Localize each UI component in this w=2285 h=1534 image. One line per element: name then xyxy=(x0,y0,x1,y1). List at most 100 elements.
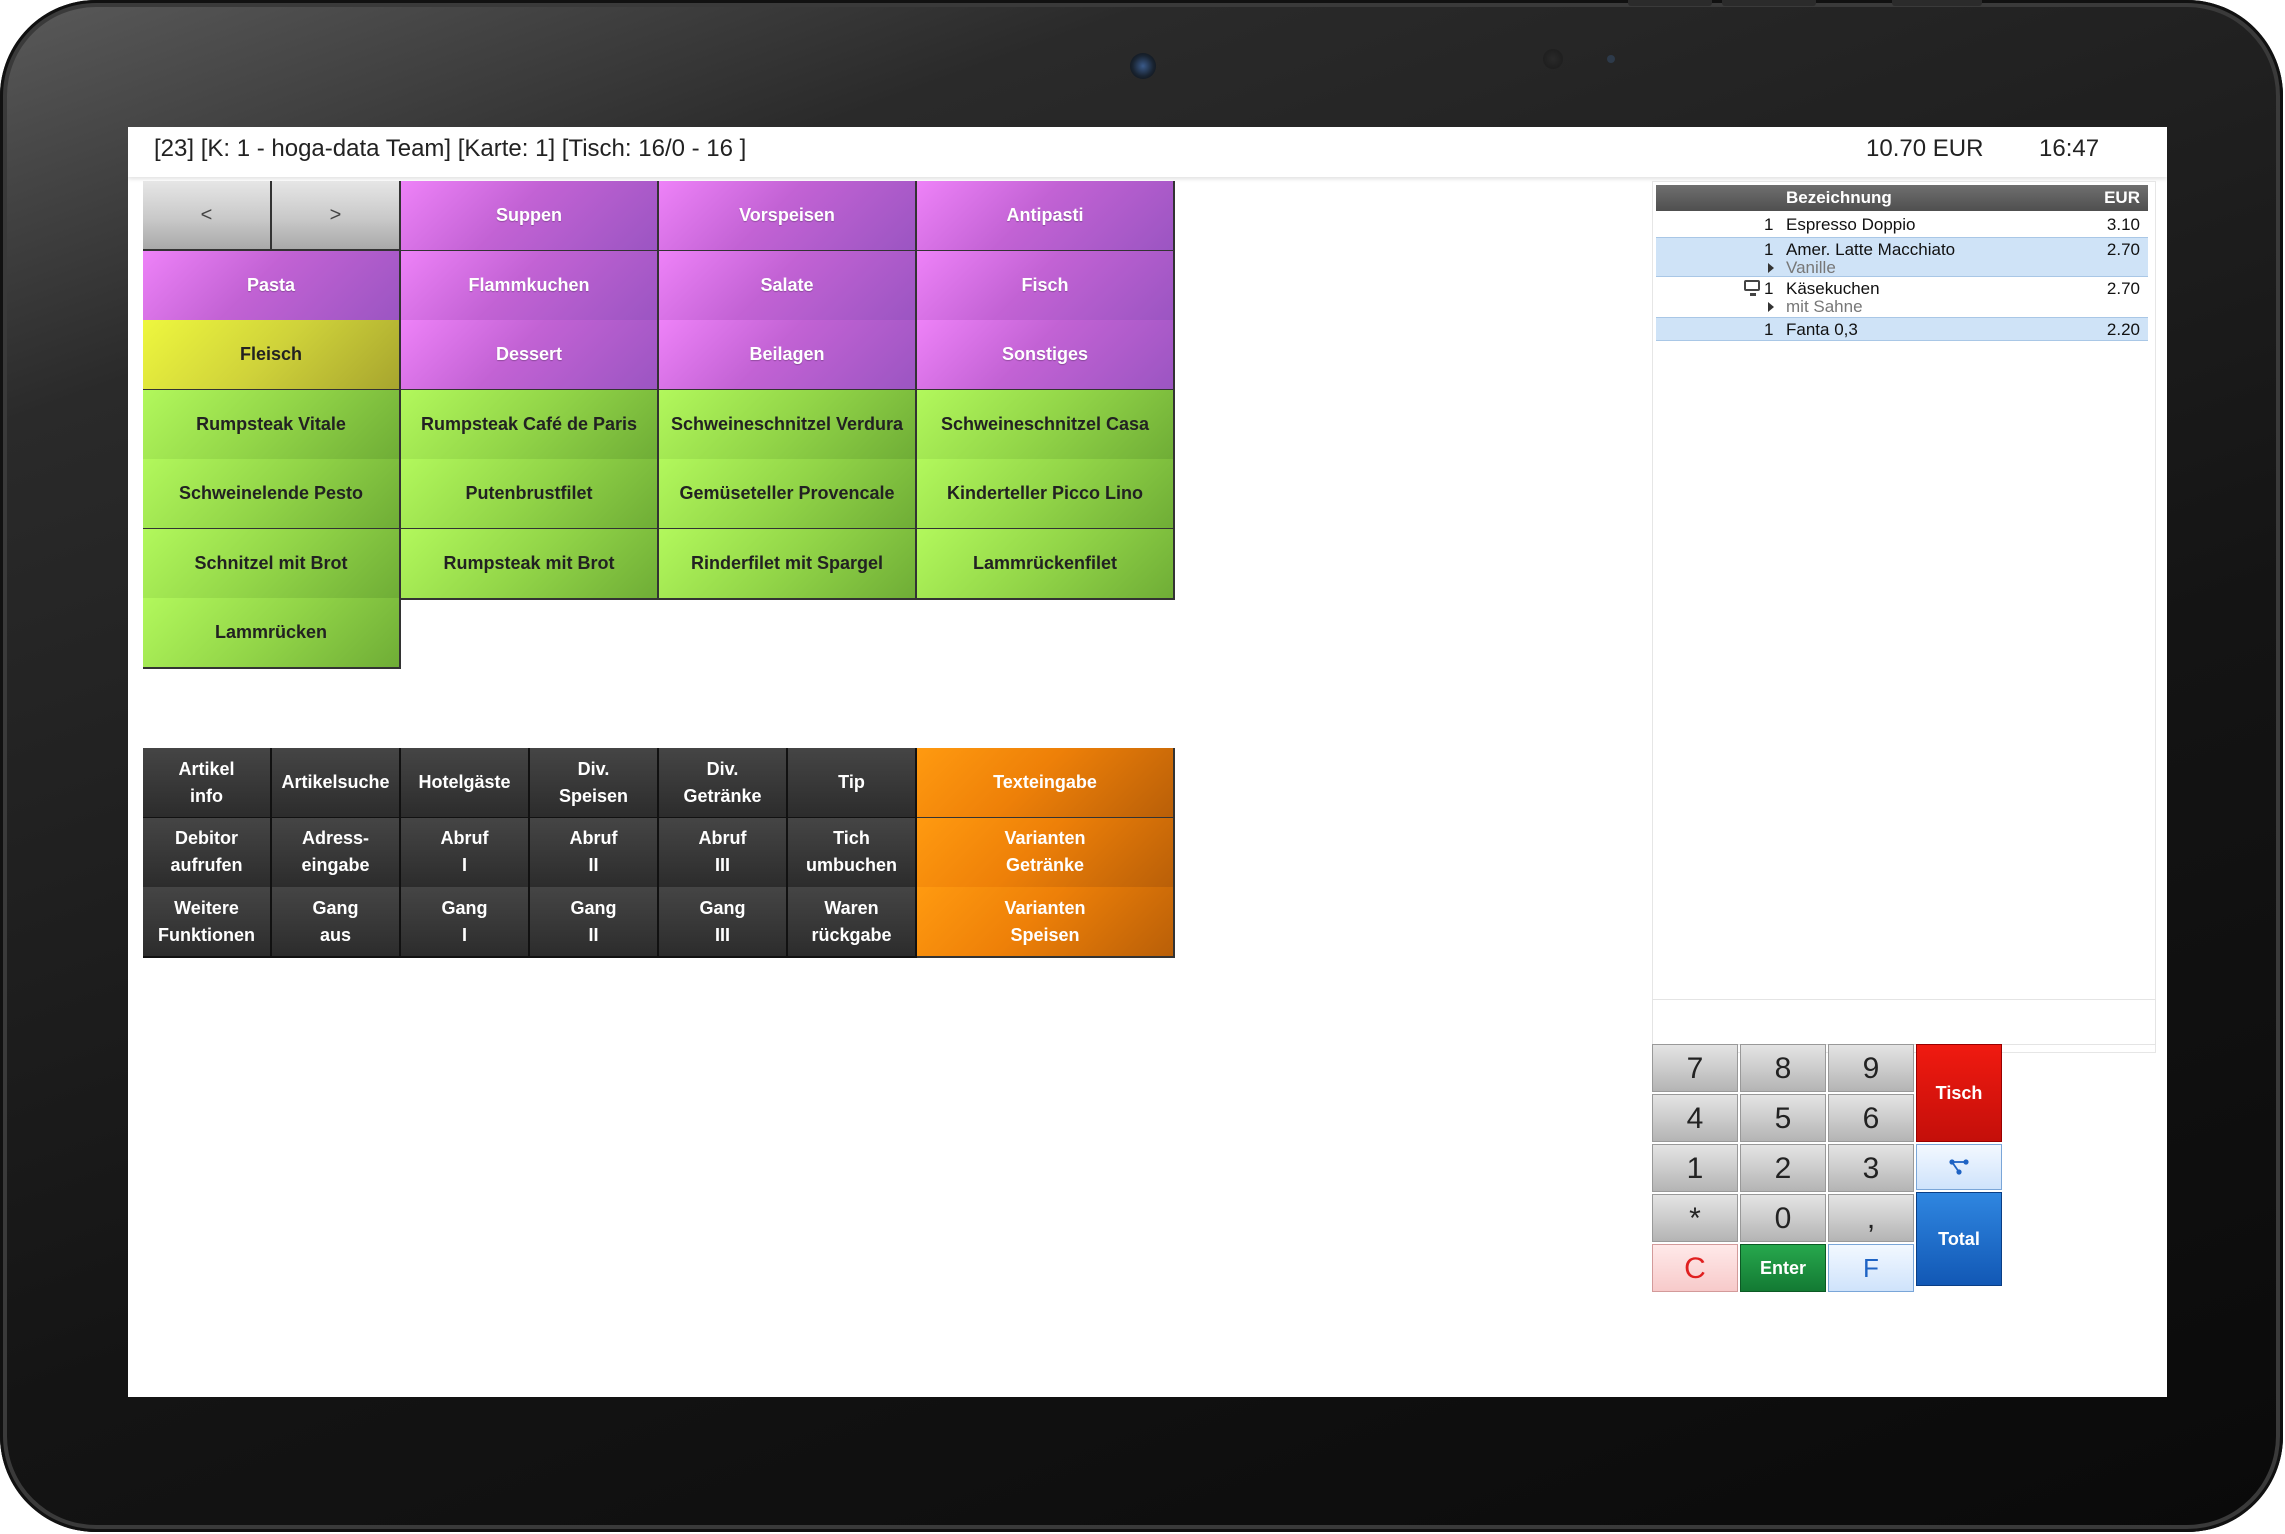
power-button xyxy=(1892,0,1982,6)
order-item-name: Espresso Doppio xyxy=(1786,215,1916,234)
function-div-speisen-button[interactable]: Div. Speisen xyxy=(530,748,659,819)
function-gang-iii-button[interactable]: Gang III xyxy=(659,887,788,958)
key-comma-button[interactable]: , xyxy=(1828,1194,1914,1242)
article-lammrucken-button[interactable]: Lammrücken xyxy=(143,598,401,669)
function-div-getranke-button[interactable]: Div. Getränke xyxy=(659,748,788,819)
key-8-button[interactable]: 8 xyxy=(1740,1044,1826,1092)
order-item-price: 3.10 xyxy=(2106,215,2140,234)
session-info: [23] [K: 1 - hoga-data Team] [Karte: 1] … xyxy=(154,135,747,162)
pos-screen: [23] [K: 1 - hoga-data Team] [Karte: 1] … xyxy=(128,127,2167,1397)
function-hotelgaste-button[interactable]: Hotelgäste xyxy=(401,748,530,819)
header-name: Bezeichnung xyxy=(1786,188,1892,207)
category-pasta-button[interactable]: Pasta xyxy=(143,250,401,322)
camera-icon xyxy=(1130,53,1156,79)
order-item-modifier: Vanille xyxy=(1786,258,1836,277)
category-fisch-button[interactable]: Fisch xyxy=(917,250,1175,322)
key-9-button[interactable]: 9 xyxy=(1828,1044,1914,1092)
nav-next-button[interactable]: > xyxy=(272,181,401,251)
order-item-name: Fanta 0,3 xyxy=(1786,320,1858,339)
article-putenbrustfilet-button[interactable]: Putenbrustfilet xyxy=(401,459,659,530)
order-header: Bezeichnung EUR xyxy=(1656,185,2148,211)
light-sensor-icon xyxy=(1607,55,1615,63)
order-item-price: 2.70 xyxy=(2106,279,2140,298)
clock: 16:47 xyxy=(2039,135,2100,162)
function-debitor-aufrufen-button[interactable]: Debitor aufrufen xyxy=(143,817,272,889)
number-display xyxy=(1652,999,2156,1045)
article-schweineschnitzel-verdura-button[interactable]: Schweineschnitzel Verdura xyxy=(659,389,917,461)
varianten-getranke-button[interactable]: Varianten Getränke xyxy=(917,817,1175,889)
order-row[interactable]: 1 Espresso Doppio 3.10 xyxy=(1656,213,2148,234)
enter-button[interactable]: Enter xyxy=(1740,1244,1826,1292)
order-item-name: Käsekuchen xyxy=(1786,279,1880,298)
triangle-right-icon xyxy=(1768,302,1774,312)
article-schweineschnitzel-casa-button[interactable]: Schweineschnitzel Casa xyxy=(917,389,1175,461)
function-waren-ruckgabe-button[interactable]: Waren rückgabe xyxy=(788,887,917,958)
category-antipasti-button[interactable]: Antipasti xyxy=(917,181,1175,252)
order-list[interactable]: Bezeichnung EUR 1 Espresso Doppio 3.10 1 Ame… xyxy=(1652,181,2156,1053)
category-fleisch-button[interactable]: Fleisch xyxy=(143,320,401,391)
tisch-button[interactable]: Tisch xyxy=(1916,1044,2002,1142)
order-qty: 1 xyxy=(1764,320,1774,339)
category-dessert-button[interactable]: Dessert xyxy=(401,320,659,391)
order-row[interactable]: 1 Käsekuchen 2.70 mit Sahne xyxy=(1656,277,2148,316)
article-rumpsteak-cafe-de-paris-button[interactable]: Rumpsteak Café de Paris xyxy=(401,389,659,461)
article-rumpsteak-mit-brot-button[interactable]: Rumpsteak mit Brot xyxy=(401,528,659,600)
category-sonstiges-button[interactable]: Sonstiges xyxy=(917,320,1175,391)
order-qty: 1 xyxy=(1764,240,1774,259)
category-beilagen-button[interactable]: Beilagen xyxy=(659,320,917,391)
category-vorspeisen-button[interactable]: Vorspeisen xyxy=(659,181,917,252)
clear-button[interactable]: C xyxy=(1652,1244,1738,1292)
key-7-button[interactable]: 7 xyxy=(1652,1044,1738,1092)
texteingabe-button[interactable]: Texteingabe xyxy=(917,748,1175,819)
key-1-button[interactable]: 1 xyxy=(1652,1144,1738,1192)
order-item-price: 2.20 xyxy=(2106,320,2140,339)
nav-prev-button[interactable]: < xyxy=(143,181,272,251)
function-abruf-ii-button[interactable]: Abruf II xyxy=(530,817,659,889)
triangle-right-icon xyxy=(1768,263,1774,273)
header-price: EUR xyxy=(2104,188,2140,207)
split-button[interactable] xyxy=(1916,1144,2002,1190)
article-schweinelende-pesto-button[interactable]: Schweinelende Pesto xyxy=(143,459,401,530)
key-6-button[interactable]: 6 xyxy=(1828,1094,1914,1142)
article-lammruckenfilet-button[interactable]: Lammrückenfilet xyxy=(917,528,1175,600)
key-4-button[interactable]: 4 xyxy=(1652,1094,1738,1142)
function-adress-eingabe-button[interactable]: Adress- eingabe xyxy=(272,817,401,889)
article-rinderfilet-mit-spargel-button[interactable]: Rinderfilet mit Spargel xyxy=(659,528,917,600)
order-row[interactable]: 1 Fanta 0,3 2.20 xyxy=(1656,317,2148,341)
split-icon xyxy=(1949,1159,1969,1175)
total-button[interactable]: Total xyxy=(1916,1192,2002,1286)
function-abruf-i-button[interactable]: Abruf I xyxy=(401,817,530,889)
category-flammkuchen-button[interactable]: Flammkuchen xyxy=(401,250,659,322)
function-gang-i-button[interactable]: Gang I xyxy=(401,887,530,958)
article-gemuseteller-provencale-button[interactable]: Gemüseteller Provencale xyxy=(659,459,917,530)
function-gang-ii-button[interactable]: Gang II xyxy=(530,887,659,958)
article-kinderteller-picco-lino-button[interactable]: Kinderteller Picco Lino xyxy=(917,459,1175,530)
function-artikelsuche-button[interactable]: Artikelsuche xyxy=(272,748,401,819)
category-suppen-button[interactable]: Suppen xyxy=(401,181,659,252)
order-item-price: 2.70 xyxy=(2106,240,2140,259)
f-button[interactable]: F xyxy=(1828,1244,1914,1292)
article-schnitzel-mit-brot-button[interactable]: Schnitzel mit Brot xyxy=(143,528,401,600)
function-tip-button[interactable]: Tip xyxy=(788,748,917,819)
title-bar: [23] [K: 1 - hoga-data Team] [Karte: 1] … xyxy=(128,127,2167,177)
category-salate-button[interactable]: Salate xyxy=(659,250,917,322)
monitor-icon xyxy=(1744,280,1760,296)
function-weitere-funktionen-button[interactable]: Weitere Funktionen xyxy=(143,887,272,958)
key-5-button[interactable]: 5 xyxy=(1740,1094,1826,1142)
key-0-button[interactable]: 0 xyxy=(1740,1194,1826,1242)
order-row[interactable]: 1 Amer. Latte Macchiato 2.70 Vanille xyxy=(1656,237,2148,277)
function-abruf-iii-button[interactable]: Abruf III xyxy=(659,817,788,889)
order-qty: 1 xyxy=(1764,215,1774,234)
key-3-button[interactable]: 3 xyxy=(1828,1144,1914,1192)
order-item-name: Amer. Latte Macchiato xyxy=(1786,240,1956,259)
order-qty: 1 xyxy=(1764,279,1774,298)
function-gang-aus-button[interactable]: Gang aus xyxy=(272,887,401,958)
article-rumpsteak-vitale-button[interactable]: Rumpsteak Vitale xyxy=(143,389,401,461)
varianten-speisen-button[interactable]: Varianten Speisen xyxy=(917,887,1175,958)
key-star-button[interactable]: * xyxy=(1652,1194,1738,1242)
volume-button xyxy=(1722,0,1816,6)
function-tich-umbuchen-button[interactable]: Tich umbuchen xyxy=(788,817,917,889)
function-artikel-info-button[interactable]: Artikel info xyxy=(143,748,272,819)
key-2-button[interactable]: 2 xyxy=(1740,1144,1826,1192)
order-item-modifier: mit Sahne xyxy=(1786,297,1863,316)
